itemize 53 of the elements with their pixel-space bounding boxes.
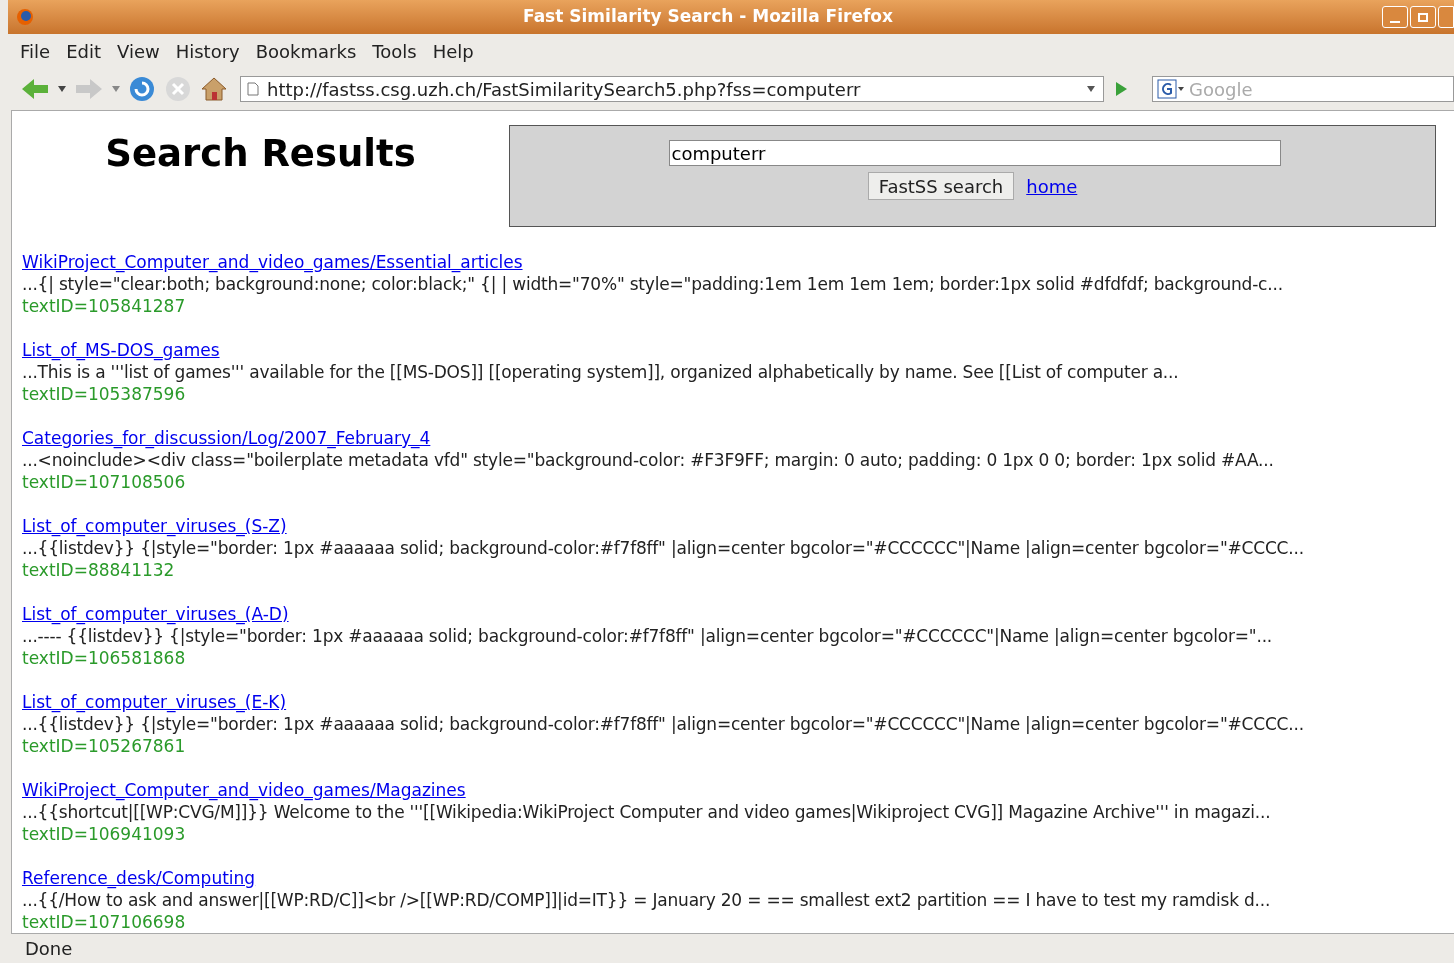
text-id: textID=107108506 [22, 471, 187, 493]
page-icon [247, 82, 259, 96]
result-snippet: ...{{listdev}} {|style="border: 1px #aaaaaa solid; background-color:#f7f8ff" |align=center bgcolor="#CCCCCC"|Name |align=center bgcolor="#CCCC... [22, 713, 1305, 735]
text-id: textID=107106698 [22, 911, 187, 933]
dropdown-icon[interactable] [1087, 86, 1095, 92]
text-id: textID=106581868 [22, 647, 187, 669]
url-text: http://fastss.csg.uzh.ch/FastSimilaritySearch5.php?fss=computerr [267, 77, 862, 102]
search-button[interactable]: FastSS search [867, 172, 1015, 200]
result-snippet: ...This is a '''list of games''' available for the [[MS-DOS]] [[operating system]], organized alphabetically by name. See [[List of computer a... [22, 361, 1180, 383]
result-link[interactable]: List_of_computer_viruses_(E-K) [22, 691, 287, 713]
result-link[interactable]: Categories_for_discussion/Log/2007_February_4 [22, 427, 431, 449]
menu-item[interactable]: View [117, 37, 160, 65]
menu-item[interactable]: File [20, 37, 51, 65]
address-bar[interactable]: http://fastss.csg.uzh.ch/FastSimilaritySearch5.php?fss=computerr [240, 76, 1104, 102]
menu-item[interactable]: Tools [372, 37, 417, 65]
browser-logo-icon [16, 8, 34, 26]
text-id: textID=105841287 [22, 295, 187, 317]
back-arrow-icon[interactable] [20, 77, 50, 101]
maximize-button[interactable] [1410, 6, 1436, 28]
search-input[interactable]: Google [1189, 75, 1453, 103]
text-id: textID=88841132 [22, 559, 176, 581]
text-id: textID=106941093 [22, 823, 187, 845]
result-snippet: ...<noinclude><div class="boilerplate metadata vfd" style="background-color: #F3F9FF; margin: 0 auto; padding: 0 1px 0 0; border: 1px solid #AA... [22, 449, 1275, 471]
result-snippet: ...{{/How to ask and answer|[[WP:RD/C]]<br />[[WP:RD/COMP]]|id=IT}} = January 20 = == smallest ext2 partition == I have to test my ramdisk d... [22, 889, 1272, 911]
query-field[interactable]: computerr [668, 140, 1281, 166]
reload-icon[interactable] [128, 75, 156, 103]
result-link[interactable]: List_of_MS-DOS_games [22, 339, 220, 361]
status-text: Done [25, 937, 73, 961]
menu-item[interactable]: History [175, 37, 240, 65]
home-icon[interactable] [200, 75, 228, 103]
result-link[interactable]: WikiProject_Computer_and_video_games/Essential_articles [22, 251, 523, 273]
search-bar[interactable]: Google [1152, 76, 1454, 102]
text-id: textID=105387596 [22, 383, 187, 405]
result-snippet: ...{| style="clear:both; background:none; color:black;" {| | width="70%" style="padding:1em 1em 1em 1em; border:1px solid #dfdfdf; background-c... [22, 273, 1284, 295]
result-snippet: ...{{shortcut|[[WP:CVG/M]]}} Welcome to the '''[[Wikipedia:WikiProject Computer and video games|Wikiproject CVG]] Magazine Archive''' in magazi... [22, 801, 1272, 823]
page-heading: Search Results [104, 131, 417, 172]
text-id: textID=105267861 [22, 735, 187, 757]
forward-arrow-icon[interactable] [74, 77, 104, 101]
dropdown-icon[interactable] [58, 86, 66, 92]
minimize-button[interactable] [1382, 6, 1408, 28]
menu-item[interactable]: Bookmarks [255, 37, 357, 65]
result-link[interactable]: List_of_computer_viruses_(A-D) [22, 603, 289, 625]
search-engine-icon[interactable] [1157, 79, 1185, 99]
result-snippet: ...{{listdev}} {|style="border: 1px #aaaaaa solid; background-color:#f7f8ff" |align=center bgcolor="#CCCCCC"|Name |align=center bgcolor="#CCCC... [22, 537, 1305, 559]
window-title: Fast Similarity Search - Mozilla Firefox [522, 5, 894, 29]
home-link[interactable]: home [1026, 172, 1078, 200]
stop-icon[interactable] [164, 75, 192, 103]
result-link[interactable]: Reference_desk/Computing [22, 867, 256, 889]
result-snippet: ...---- {{listdev}} {|style="border: 1px #aaaaaa solid; background-color:#f7f8ff" |align=center bgcolor="#CCCCCC"|Name |align=center bgcolor="... [22, 625, 1274, 647]
result-link[interactable]: WikiProject_Computer_and_video_games/Magazines [22, 779, 466, 801]
menu-item[interactable]: Help [432, 37, 474, 65]
menu-item[interactable]: Edit [66, 37, 101, 65]
result-link[interactable]: List_of_computer_viruses_(S-Z) [22, 515, 287, 537]
